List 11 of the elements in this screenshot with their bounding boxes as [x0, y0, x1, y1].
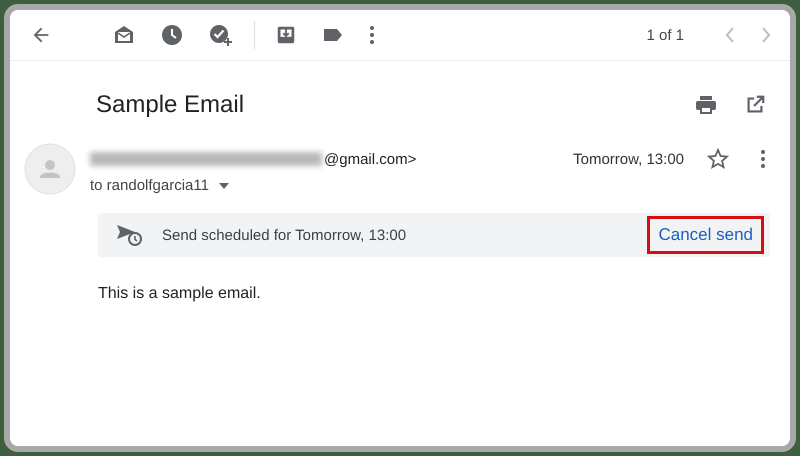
- sender-email: @gmail.com>: [324, 150, 416, 168]
- cancel-send-link[interactable]: Cancel send: [652, 221, 759, 249]
- schedule-notice: Send scheduled for Tomorrow, 13:00: [162, 226, 406, 244]
- email-subject: Sample Email: [96, 91, 244, 119]
- recipient: to randolfgarcia11: [90, 177, 209, 194]
- avatar: [24, 143, 76, 195]
- email-time: Tomorrow, 13:00: [573, 150, 684, 168]
- dropdown-icon[interactable]: [218, 182, 229, 188]
- page-count: 1 of 1: [646, 26, 684, 44]
- scheduled-send-icon: [116, 222, 144, 248]
- email-body: This is a sample email.: [98, 285, 262, 303]
